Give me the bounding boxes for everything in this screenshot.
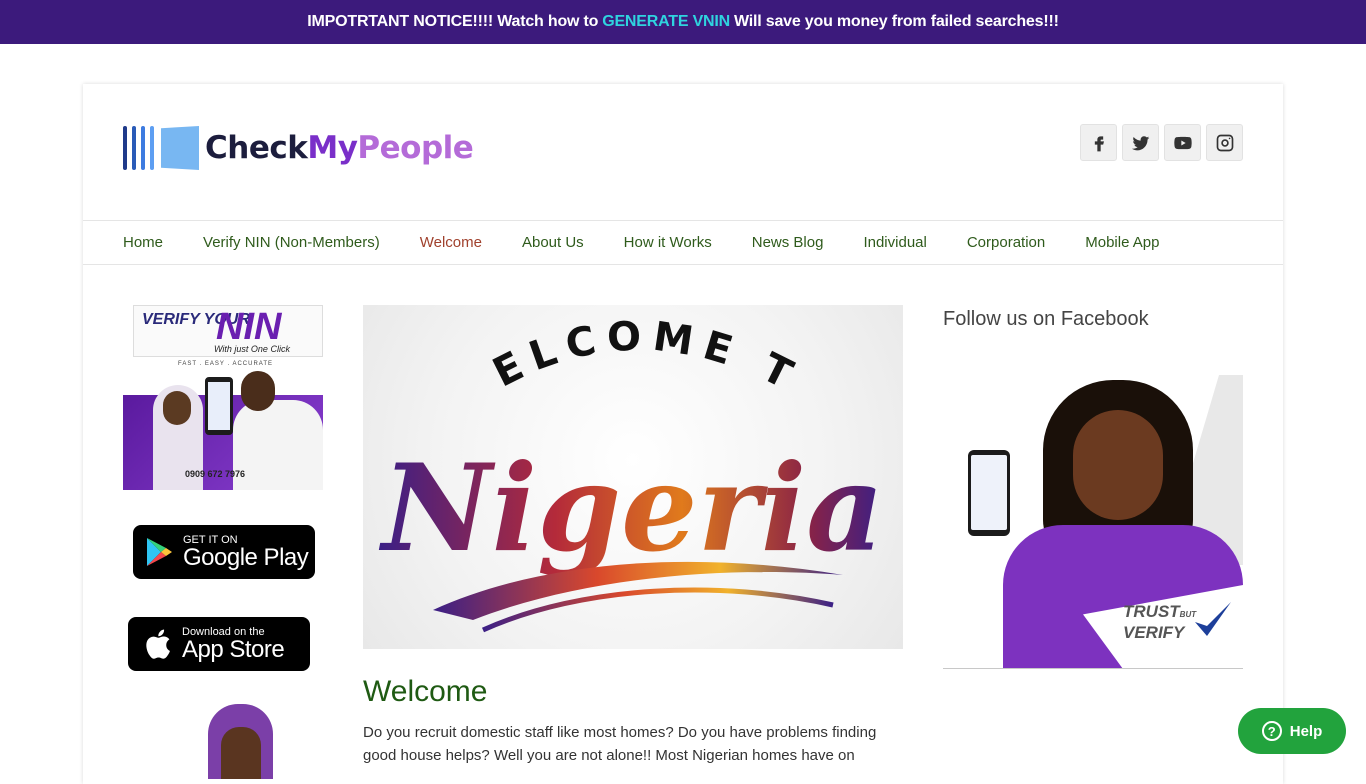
checkmark-icon [1195, 602, 1231, 636]
main-nav: Home Verify NIN (Non-Members) Welcome Ab… [83, 220, 1283, 265]
facebook-icon[interactable] [1080, 124, 1117, 161]
nav-home[interactable]: Home [123, 234, 163, 251]
nav-how-it-works[interactable]: How it Works [624, 234, 712, 251]
nav-about-us[interactable]: About Us [522, 234, 584, 251]
promo-features: FAST . EASY . ACCURATE [178, 361, 274, 367]
trust-but-verify-banner[interactable]: TRUSTBUT VERIFY [943, 375, 1243, 669]
page-title: Welcome [363, 675, 488, 708]
social-links [1080, 124, 1243, 161]
main-content: WELCOME TO Nigeria Welcome Do you recrui… [363, 305, 903, 767]
right-sidebar: Follow us on Facebook TRUSTBUT VERIFY [943, 305, 1243, 669]
svg-text:Nigeria: Nigeria [378, 438, 884, 579]
promo-person-man [233, 400, 323, 490]
promo-phone-image [205, 377, 233, 435]
app-store-big-text: App Store [182, 636, 285, 663]
nav-mobile-app[interactable]: Mobile App [1085, 234, 1159, 251]
logo-mark [123, 126, 199, 170]
site-logo[interactable]: CheckMyPeople [123, 126, 474, 170]
left-sidebar: VERIFY YOUR NIN With just One Click FAST… [123, 305, 323, 779]
nav-individual[interactable]: Individual [863, 234, 926, 251]
youtube-icon[interactable] [1164, 124, 1201, 161]
trust-but-verify-text: TRUSTBUT VERIFY [1123, 602, 1197, 642]
nav-news-blog[interactable]: News Blog [752, 234, 824, 251]
app-store-button[interactable]: Download on the App Store [128, 617, 310, 671]
facebook-widget-title: Follow us on Facebook [943, 308, 1149, 330]
notice-prefix: IMPOTRTANT NOTICE!!!! Watch how to [307, 13, 599, 30]
promo-nin-text: NIN [216, 306, 282, 348]
apple-icon [146, 629, 170, 659]
google-play-icon [147, 538, 172, 566]
help-button[interactable]: ? Help [1238, 708, 1346, 754]
page-card: CheckMyPeople Home Verify NIN (Non-Membe… [83, 84, 1283, 784]
svg-text:WELCOME TO: WELCOME TO [363, 305, 808, 402]
help-label: Help [1289, 722, 1323, 740]
banner-phone-image [968, 450, 1010, 536]
nav-corporation[interactable]: Corporation [967, 234, 1045, 251]
promo-phone-number: 0909 672 7976 [185, 469, 246, 479]
question-icon: ? [1261, 721, 1282, 741]
nav-verify-nin[interactable]: Verify NIN (Non-Members) [203, 234, 380, 251]
notice-link-generate-vnin[interactable]: GENERATE VNIN [602, 13, 730, 31]
promo-oneclick-text: With just One Click [214, 344, 290, 354]
promo-header: VERIFY YOUR NIN With just One Click [133, 305, 323, 357]
notice-suffix: Will save you money from failed searches… [734, 13, 1059, 30]
nav-welcome[interactable]: Welcome [420, 234, 482, 251]
twitter-icon[interactable] [1122, 124, 1159, 161]
welcome-to-nigeria-image: WELCOME TO Nigeria [363, 305, 903, 649]
page-intro-text: Do you recruit domestic staff like most … [363, 724, 877, 764]
notice-banner: IMPOTRTANT NOTICE!!!! Watch how to GENER… [0, 0, 1366, 44]
instagram-icon[interactable] [1206, 124, 1243, 161]
sidebar-image-woman[interactable] [183, 699, 293, 779]
verify-nin-promo-banner[interactable]: VERIFY YOUR NIN With just One Click FAST… [123, 305, 323, 490]
google-play-button[interactable]: GET IT ON Google Play [133, 525, 315, 579]
google-play-big-text: Google Play [183, 544, 309, 571]
logo-wordmark: CheckMyPeople [205, 130, 474, 166]
